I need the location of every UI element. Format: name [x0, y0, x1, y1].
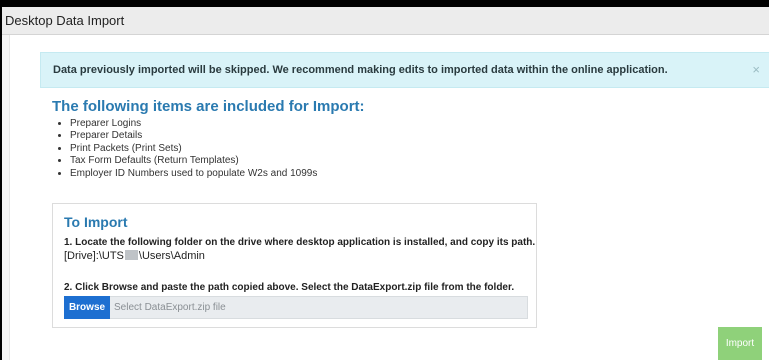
alert-text: Data previously imported will be skipped… — [53, 64, 668, 76]
path-prefix: [Drive]:\UTS — [64, 250, 124, 262]
path-suffix: \Users\Admin — [138, 250, 205, 262]
step-2-text: 2. Click Browse and paste the path copie… — [64, 282, 515, 293]
import-button[interactable]: Import — [718, 327, 762, 360]
included-items-list: Preparer Logins Preparer Details Print P… — [52, 118, 317, 180]
info-alert: Data previously imported will be skipped… — [40, 52, 769, 88]
close-icon[interactable]: × — [752, 53, 760, 87]
list-item: Preparer Details — [70, 130, 317, 142]
import-page: Data previously imported will be skipped… — [40, 35, 769, 360]
list-item: Tax Form Defaults (Return Templates) — [70, 155, 317, 167]
list-item: Employer ID Numbers used to populate W2s… — [70, 168, 317, 180]
step-1-text: 1. Locate the following folder on the dr… — [64, 237, 536, 248]
window-title: Desktop Data Import — [2, 7, 769, 35]
panel-title: To Import — [64, 214, 128, 230]
folder-path: [Drive]:\UTS \Users\Admin — [64, 250, 205, 262]
redacted-block — [124, 250, 138, 260]
file-picker: Browse — [64, 296, 528, 319]
included-items-heading: The following items are included for Imp… — [52, 98, 365, 115]
browse-button[interactable]: Browse — [64, 296, 110, 319]
import-window: Desktop Data Import Data previously impo… — [2, 7, 769, 360]
list-item: Print Packets (Print Sets) — [70, 143, 317, 155]
import-instructions-panel: To Import 1. Locate the following folder… — [52, 203, 537, 328]
list-item: Preparer Logins — [70, 118, 317, 130]
content-area: Data previously imported will be skipped… — [9, 35, 769, 360]
file-path-input[interactable] — [113, 297, 524, 318]
